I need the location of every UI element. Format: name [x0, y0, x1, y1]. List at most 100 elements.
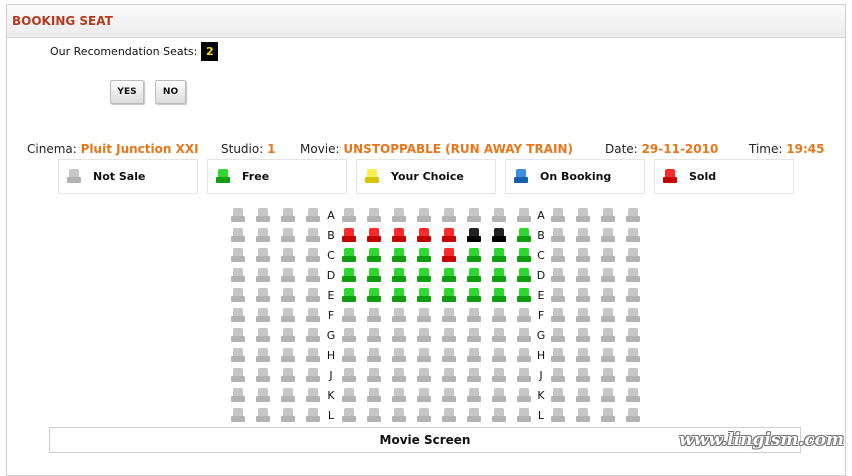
seat-L-left-1 [231, 408, 245, 423]
seat-F5 [442, 308, 456, 323]
legend-label: Sold [689, 170, 717, 183]
seat-E8[interactable] [517, 288, 531, 303]
row-label-H: H [536, 349, 546, 362]
green-seat-icon [216, 169, 230, 184]
seat-D-left-4 [306, 268, 320, 283]
seat-F-left-4 [306, 308, 320, 323]
movie-label: Movie: [300, 142, 340, 156]
seat-G6 [467, 328, 481, 343]
seat-G2 [367, 328, 381, 343]
seat-E2[interactable] [367, 288, 381, 303]
seat-D1[interactable] [342, 268, 356, 283]
seat-D3[interactable] [392, 268, 406, 283]
row-label-K: K [537, 389, 545, 402]
seat-F-right-1 [551, 308, 565, 323]
seat-B8[interactable] [517, 228, 531, 243]
date-info: Date: 29-11-2010 [605, 142, 718, 156]
seat-K8 [517, 388, 531, 403]
seat-E3[interactable] [392, 288, 406, 303]
seat-B-left-2 [256, 228, 270, 243]
seat-A-left-2 [256, 208, 270, 223]
seat-B6 [467, 228, 481, 243]
seat-B-right-4 [626, 228, 640, 243]
seat-C-right-4 [626, 248, 640, 263]
legend-label: On Booking [540, 170, 612, 183]
seat-L2 [367, 408, 381, 423]
recommendation-row: Our Recomendation Seats: 2 [50, 42, 219, 61]
seat-A-left-4 [306, 208, 320, 223]
seat-C4[interactable] [417, 248, 431, 263]
seat-K3 [392, 388, 406, 403]
seat-B-right-3 [601, 228, 615, 243]
seat-H3 [392, 348, 406, 363]
seat-D8[interactable] [517, 268, 531, 283]
seat-G5 [442, 328, 456, 343]
seat-H7 [492, 348, 506, 363]
legend-label: Your Choice [391, 170, 464, 183]
seat-B-right-1 [551, 228, 565, 243]
seat-D7[interactable] [492, 268, 506, 283]
row-label-E: E [327, 289, 335, 302]
blue-seat-icon [514, 169, 528, 184]
seat-G3 [392, 328, 406, 343]
yes-button[interactable]: YES [110, 80, 144, 104]
no-button[interactable]: NO [155, 80, 186, 104]
seat-F7 [492, 308, 506, 323]
seat-J-left-3 [281, 368, 295, 383]
seat-H2 [367, 348, 381, 363]
row-label-B: B [327, 229, 335, 242]
seat-G-right-1 [551, 328, 565, 343]
cinema-label: Cinema: [27, 142, 77, 156]
seat-D6[interactable] [467, 268, 481, 283]
recommendation-count: 2 [201, 42, 219, 61]
seat-K-left-2 [256, 388, 270, 403]
yellow-seat-icon [365, 169, 379, 184]
seat-K-right-1 [551, 388, 565, 403]
seat-E-left-3 [281, 288, 295, 303]
seat-K7 [492, 388, 506, 403]
seat-C3[interactable] [392, 248, 406, 263]
seat-E4[interactable] [417, 288, 431, 303]
recommendation-label: Our Recomendation Seats: [50, 45, 198, 58]
seat-D-right-1 [551, 268, 565, 283]
panel-title: BOOKING SEAT [7, 5, 845, 38]
seat-B-left-4 [306, 228, 320, 243]
seat-C2[interactable] [367, 248, 381, 263]
seat-C6[interactable] [467, 248, 481, 263]
seat-C-right-2 [576, 248, 590, 263]
seat-D5[interactable] [442, 268, 456, 283]
row-label-C: C [327, 249, 335, 262]
seat-G-left-4 [306, 328, 320, 343]
seat-E-left-2 [256, 288, 270, 303]
seat-C8[interactable] [517, 248, 531, 263]
seat-E-right-2 [576, 288, 590, 303]
time-label: Time: [749, 142, 783, 156]
seat-L8 [517, 408, 531, 423]
seat-J-right-3 [601, 368, 615, 383]
seat-E6[interactable] [467, 288, 481, 303]
row-label-K: K [327, 389, 335, 402]
seat-G4 [417, 328, 431, 343]
studio-label: Studio: [221, 142, 264, 156]
row-label-F: F [327, 309, 335, 322]
seat-F2 [367, 308, 381, 323]
seat-E5[interactable] [442, 288, 456, 303]
seat-B-left-1 [231, 228, 245, 243]
seat-D4[interactable] [417, 268, 431, 283]
seat-A3 [392, 208, 406, 223]
seat-H-right-4 [626, 348, 640, 363]
seat-E1[interactable] [342, 288, 356, 303]
row-label-G: G [536, 329, 546, 342]
seat-F1 [342, 308, 356, 323]
seat-C7[interactable] [492, 248, 506, 263]
seat-E7[interactable] [492, 288, 506, 303]
seat-G-right-2 [576, 328, 590, 343]
seat-K1 [342, 388, 356, 403]
seat-D-right-2 [576, 268, 590, 283]
seat-D2[interactable] [367, 268, 381, 283]
cinema-info: Cinema: Pluit Junction XXI [27, 142, 199, 156]
seat-C1[interactable] [342, 248, 356, 263]
seat-H4 [417, 348, 431, 363]
seat-B4 [417, 228, 431, 243]
seat-F-right-4 [626, 308, 640, 323]
